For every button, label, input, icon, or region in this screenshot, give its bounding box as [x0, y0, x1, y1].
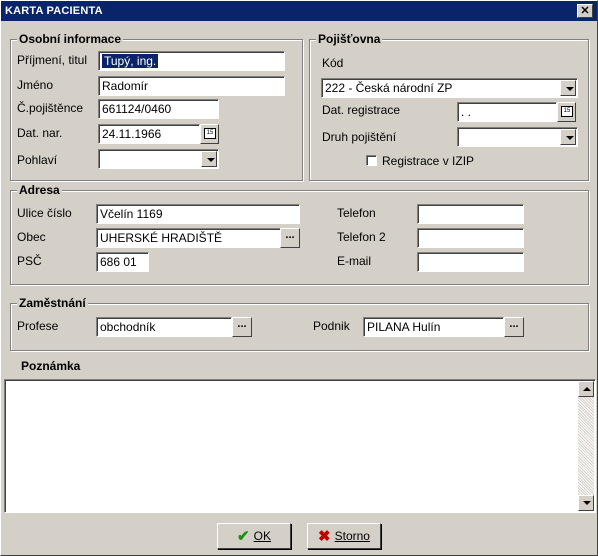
employment-legend: Zaměstnání: [17, 296, 88, 310]
registration-date-label: Dat. registrace: [322, 103, 401, 117]
izip-checkbox[interactable]: [366, 155, 377, 166]
title-bar: KARTA PACIENTA ✕: [1, 1, 597, 21]
note-scrollbar[interactable]: [578, 381, 594, 511]
insurance-type-label: Druh pojištění: [322, 130, 397, 144]
first-name-label: Jméno: [17, 78, 54, 92]
calendar-icon: 15: [204, 128, 216, 139]
phone-label: Telefon: [337, 206, 376, 220]
birth-date-label: Dat. nar.: [17, 126, 63, 140]
insurance-type-dropdown-button[interactable]: [560, 129, 576, 145]
cancel-button[interactable]: ✖ Storno: [307, 523, 381, 549]
surname-field[interactable]: Tupý, ing.: [98, 51, 285, 71]
insurance-legend: Pojišťovna: [316, 32, 383, 46]
birth-date-calendar-button[interactable]: 15: [200, 124, 219, 144]
company-label: Podnik: [313, 319, 350, 333]
birth-date-field[interactable]: 24.11.1966: [98, 124, 200, 144]
insurance-number-field[interactable]: 661124/0460: [98, 99, 219, 119]
street-label: Ulice číslo: [17, 206, 72, 220]
scroll-up-button[interactable]: [578, 381, 594, 397]
registration-date-field[interactable]: . .: [457, 102, 557, 122]
zip-label: PSČ: [17, 254, 42, 268]
note-textarea[interactable]: [4, 379, 596, 513]
gender-label: Pohlaví: [17, 153, 58, 167]
city-field[interactable]: UHERSKÉ HRADIŠTĚ: [96, 228, 281, 248]
note-label: Poznámka: [21, 359, 81, 373]
close-button[interactable]: ✕: [577, 4, 593, 18]
window-title: KARTA PACIENTA: [5, 5, 103, 17]
company-browse-button[interactable]: ...: [504, 317, 524, 337]
ok-button[interactable]: ✔ OK: [217, 523, 291, 549]
phone2-field[interactable]: [417, 228, 524, 248]
cross-icon: ✖: [318, 528, 331, 545]
insurance-code-select[interactable]: 222 - Česká národní ZP: [321, 78, 578, 98]
phone2-label: Telefon 2: [337, 230, 386, 244]
profession-label: Profese: [17, 319, 59, 333]
first-name-field[interactable]: Radomír: [98, 76, 285, 96]
cancel-button-label: Storno: [334, 529, 370, 543]
phone-field[interactable]: [417, 204, 524, 224]
izip-label: Registrace v IZIP: [382, 154, 475, 168]
city-label: Obec: [17, 230, 46, 244]
email-field[interactable]: [417, 252, 524, 272]
surname-value: Tupý, ing.: [102, 54, 159, 68]
scroll-down-button[interactable]: [578, 495, 594, 511]
company-field[interactable]: PILANA Hulín: [363, 317, 504, 337]
insurance-code-dropdown-button[interactable]: [560, 80, 576, 96]
street-field[interactable]: Včelín 1169: [96, 204, 300, 224]
checkmark-icon: ✔: [237, 528, 250, 545]
profession-browse-button[interactable]: ...: [232, 317, 252, 337]
calendar-icon: 15: [561, 106, 573, 117]
zip-field[interactable]: 686 01: [96, 252, 149, 272]
patient-card-window: KARTA PACIENTA ✕ Osobní informace Příjme…: [0, 0, 598, 556]
address-legend: Adresa: [17, 183, 62, 197]
surname-label: Příjmení, titul: [17, 53, 88, 67]
city-browse-button[interactable]: ...: [280, 228, 300, 248]
registration-date-calendar-button[interactable]: 15: [557, 102, 576, 122]
code-label: Kód: [322, 56, 344, 70]
ok-button-label: OK: [253, 529, 271, 543]
email-label: E-mail: [337, 254, 372, 268]
profession-field[interactable]: obchodník: [96, 317, 232, 337]
personal-info-legend: Osobní informace: [17, 32, 124, 46]
gender-dropdown-button[interactable]: [201, 151, 217, 167]
insurance-number-label: Č.pojištěnce: [17, 101, 84, 115]
